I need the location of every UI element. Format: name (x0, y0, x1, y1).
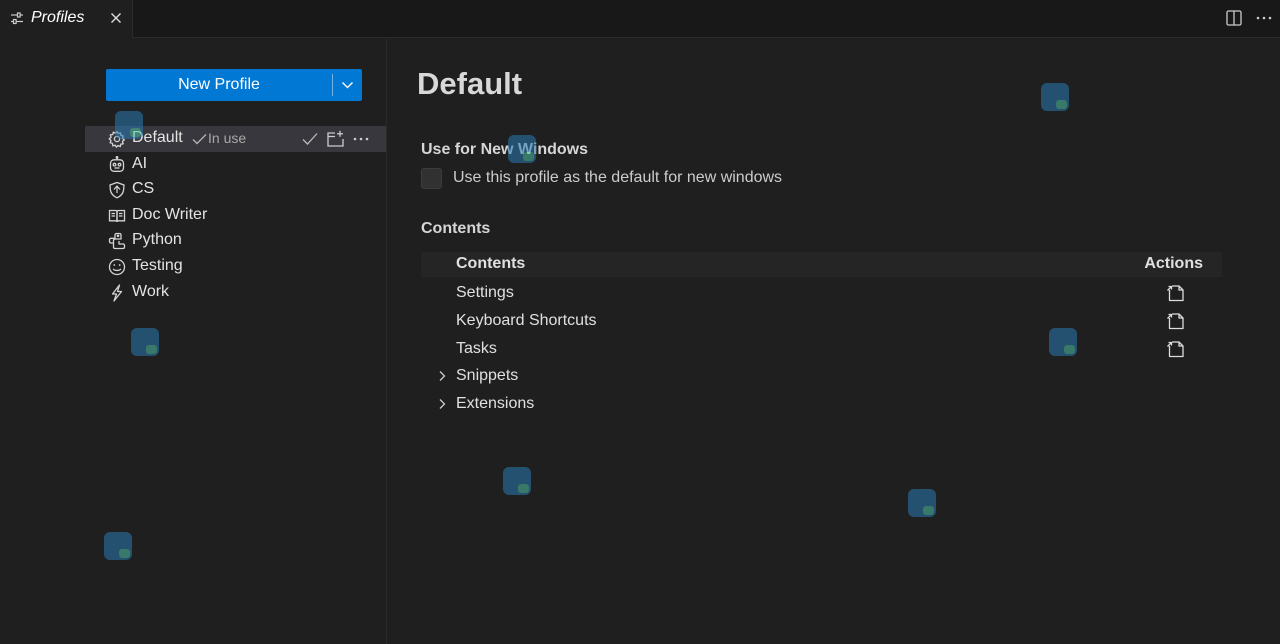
new-profile-button-group: New Profile (106, 69, 362, 101)
more-actions-icon[interactable] (352, 130, 370, 148)
column-header-contents: Contents (456, 255, 526, 272)
watermark-logo (508, 135, 536, 163)
tab-profiles[interactable]: Profiles (0, 0, 133, 38)
open-file-icon[interactable] (1166, 283, 1186, 303)
watermark-logo (131, 328, 159, 356)
table-row[interactable]: Snippets (421, 362, 1222, 390)
open-file-icon[interactable] (1166, 311, 1186, 331)
profile-title: Default (417, 66, 523, 101)
lightning-icon (108, 283, 126, 302)
profile-name: CS (132, 180, 155, 198)
smiley-icon (108, 258, 126, 276)
settings-sliders-icon (10, 12, 24, 25)
watermark-logo (1041, 83, 1069, 111)
open-file-icon[interactable] (1166, 339, 1186, 359)
profile-list: Default In use AI CS Doc Writer Python T… (85, 126, 386, 305)
watermark-logo (104, 532, 132, 560)
contents-section-title: Contents (421, 220, 491, 237)
profile-item-cs[interactable]: CS (85, 177, 386, 203)
book-icon (108, 207, 126, 225)
column-header-actions: Actions (1144, 255, 1203, 272)
table-row[interactable]: Settings (421, 279, 1222, 307)
check-icon (192, 134, 207, 145)
row-name: Snippets (456, 367, 519, 385)
chevron-down-icon (342, 82, 353, 89)
check-icon[interactable] (301, 130, 319, 148)
tab-title: Profiles (31, 9, 85, 26)
more-actions-icon[interactable] (1255, 9, 1273, 27)
new-windows-section-title: Use for New Windows (421, 141, 588, 158)
watermark-logo (503, 467, 531, 495)
profile-item-ai[interactable]: AI (85, 152, 386, 178)
profiles-list-pane: New Profile Default In use AI CS Doc Wri… (0, 39, 386, 644)
split-editor-icon[interactable] (1225, 9, 1243, 27)
profile-name: Python (132, 231, 182, 249)
table-row[interactable]: Tasks (421, 335, 1222, 363)
editor-tab-bar: Profiles (0, 0, 1280, 38)
pane-divider[interactable] (386, 39, 387, 644)
chevron-right-icon[interactable] (437, 398, 447, 410)
in-use-badge: In use (192, 130, 246, 146)
row-name: Tasks (456, 339, 497, 357)
contents-table: Contents Actions Settings Keyboard Short… (421, 252, 1222, 418)
watermark-logo (115, 111, 143, 139)
row-name: Keyboard Shortcuts (456, 311, 597, 329)
profile-name: Doc Writer (132, 205, 208, 223)
new-window-icon[interactable] (326, 130, 345, 148)
profile-item-work[interactable]: Work (85, 280, 386, 306)
new-profile-button[interactable]: New Profile (106, 69, 332, 101)
table-row[interactable]: Extensions (421, 390, 1222, 418)
profile-name: Testing (132, 256, 183, 274)
watermark-logo (908, 489, 936, 517)
close-icon[interactable] (109, 11, 123, 25)
profile-item-python[interactable]: Python (85, 228, 386, 254)
robot-icon (108, 155, 126, 174)
table-header: Contents Actions (421, 252, 1222, 277)
default-profile-checkbox[interactable] (421, 168, 442, 189)
row-name: Settings (456, 284, 514, 301)
chevron-right-icon[interactable] (437, 370, 447, 382)
table-row[interactable]: Keyboard Shortcuts (421, 307, 1222, 335)
new-profile-dropdown[interactable] (333, 69, 362, 101)
python-icon (108, 232, 126, 250)
default-profile-checkbox-label[interactable]: Use this profile as the default for new … (453, 169, 782, 187)
profile-item-testing[interactable]: Testing (85, 254, 386, 280)
profile-name: AI (132, 154, 148, 172)
profile-name: Work (132, 282, 170, 300)
watermark-logo (1049, 328, 1077, 356)
in-use-label: In use (208, 130, 247, 146)
shield-icon (108, 181, 126, 199)
row-name: Extensions (456, 395, 535, 412)
profile-item-doc-writer[interactable]: Doc Writer (85, 203, 386, 229)
